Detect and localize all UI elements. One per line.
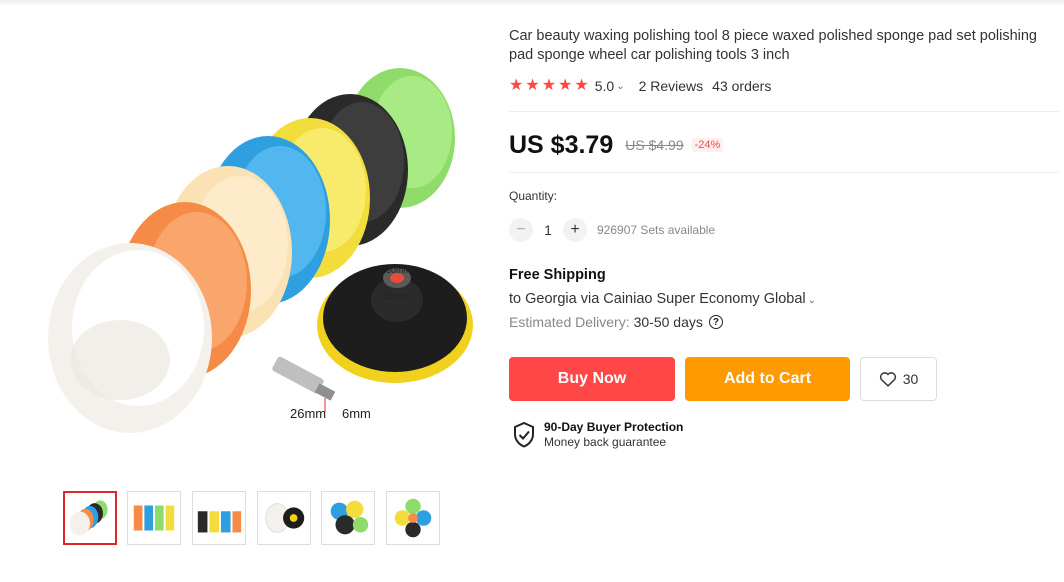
- inner-diameter-label: 15mm: [382, 291, 407, 301]
- shaft-length-label: 26mm: [290, 406, 326, 421]
- shipping-destination-text[interactable]: to Georgia via Cainiao Super Economy Glo…: [509, 291, 806, 307]
- shipping-destination[interactable]: to Georgia via Cainiao Super Economy Glo…: [509, 291, 830, 307]
- help-circle-icon[interactable]: ?: [708, 315, 723, 329]
- wishlist-button[interactable]: 30: [860, 357, 937, 401]
- protection-title: 90-Day Buyer Protection: [544, 420, 684, 434]
- thumbnail-1[interactable]: [63, 491, 117, 545]
- thumbnail-3[interactable]: [192, 491, 246, 545]
- thumbnail-5[interactable]: [321, 491, 375, 545]
- reviews-link[interactable]: 2 Reviews: [639, 78, 704, 94]
- delivery-days: 30-50 days: [633, 314, 703, 330]
- product-title: Car beauty waxing polishing tool 8 piece…: [509, 28, 1037, 63]
- header-shadow: [0, 0, 1064, 6]
- star-rating: ★ ★ ★ ★ ★: [509, 78, 589, 94]
- chevron-down-icon[interactable]: ⌄: [616, 81, 624, 92]
- thumbnail-4[interactable]: [257, 491, 311, 545]
- protection-subtitle: Money back guarantee: [544, 435, 667, 449]
- divider: [509, 172, 1059, 173]
- current-price: US $3.79: [509, 130, 614, 159]
- quantity-value[interactable]: 1: [533, 222, 563, 238]
- quantity-label: Quantity:: [509, 189, 558, 203]
- delivery-estimate: Estimated Delivery: 30-50 days ?: [509, 314, 723, 330]
- shipping-title: Free Shipping: [509, 267, 606, 283]
- main-product-image[interactable]: 30mm 15mm 26mm 6mm: [20, 20, 490, 480]
- outer-diameter-label: 30mm: [386, 265, 411, 275]
- stock-available: 926907 Sets available: [597, 223, 716, 237]
- star-icon: ★: [558, 77, 573, 94]
- shaft-diameter-label: 6mm: [342, 406, 371, 421]
- divider: [509, 111, 1059, 112]
- thumbnail-6[interactable]: [386, 491, 440, 545]
- rating-row: ★ ★ ★ ★ ★ 5.0 ⌄ 2 Reviews 43 orders: [509, 77, 771, 95]
- star-icon: ★: [509, 77, 524, 94]
- add-to-cart-button[interactable]: Add to Cart: [685, 357, 850, 401]
- quantity-decrement-button[interactable]: −: [509, 218, 533, 242]
- price-row: US $3.79 US $4.99 -24%: [509, 128, 724, 162]
- heart-icon: [879, 372, 896, 387]
- discount-badge: -24%: [691, 138, 724, 152]
- buy-now-button[interactable]: Buy Now: [509, 357, 675, 401]
- rating-value[interactable]: 5.0: [595, 78, 614, 94]
- quantity-increment-button[interactable]: +: [563, 218, 587, 242]
- star-icon: ★: [541, 77, 557, 94]
- star-icon: ★: [574, 77, 589, 94]
- buyer-protection: 90-Day Buyer Protection Money back guara…: [513, 420, 683, 450]
- quantity-stepper: − 1 + 926907 Sets available: [509, 218, 715, 242]
- orders-count: 43 orders: [712, 78, 772, 94]
- delivery-estimate-label: Estimated Delivery:: [509, 314, 630, 330]
- product-gallery: 30mm 15mm 26mm 6mm: [20, 20, 490, 480]
- original-price: US $4.99: [625, 137, 684, 153]
- star-icon: ★: [525, 77, 540, 94]
- wishlist-count: 30: [902, 371, 919, 387]
- chevron-down-icon[interactable]: ⌄: [808, 295, 816, 306]
- thumbnail-2[interactable]: [127, 491, 181, 545]
- shield-check-icon: [514, 422, 534, 448]
